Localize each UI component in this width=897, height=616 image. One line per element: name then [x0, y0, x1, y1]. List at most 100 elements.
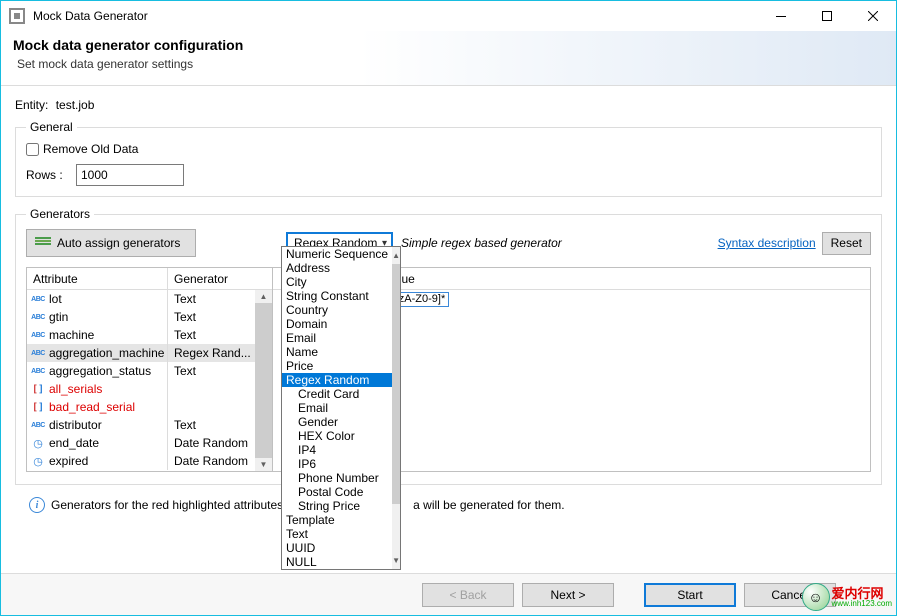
table-row[interactable]: ABCgtin Text: [27, 308, 255, 326]
date-type-icon: ◷: [30, 437, 46, 449]
dropdown-item[interactable]: Phone Number: [282, 471, 392, 485]
table-row[interactable]: []all_serials: [27, 380, 255, 398]
dropdown-item[interactable]: String Constant: [282, 289, 392, 303]
dropdown-item[interactable]: NULL: [282, 555, 392, 569]
dropdown-item[interactable]: City: [282, 275, 392, 289]
info-icon: i: [29, 497, 45, 513]
table-row[interactable]: ABCmachineText: [27, 326, 255, 344]
gen-header[interactable]: Generator: [168, 268, 272, 289]
attr-header[interactable]: Attribute: [27, 268, 168, 289]
entity-value: test.job: [56, 98, 95, 112]
text-type-icon: ABC: [30, 365, 46, 377]
attr-gen: Text: [168, 326, 255, 344]
table-row[interactable]: ◷end_date Date Random: [27, 434, 255, 452]
remove-old-checkbox[interactable]: [26, 143, 39, 156]
table-row[interactable]: ABCaggregation_status Text: [27, 362, 255, 380]
dropdown-item[interactable]: HEX Color: [282, 429, 392, 443]
auto-assign-label: Auto assign generators: [57, 236, 180, 250]
attr-name: distributor: [49, 418, 102, 432]
date-type-icon: ◷: [30, 455, 46, 467]
dropdown-item[interactable]: Regex Random: [282, 373, 392, 387]
dropdown-item[interactable]: Email: [282, 331, 392, 345]
dropdown-item[interactable]: IP4: [282, 443, 392, 457]
scroll-up-icon[interactable]: ▲: [392, 247, 400, 264]
table-row[interactable]: []bad_read_serial: [27, 398, 255, 416]
attr-name: bad_read_serial: [49, 400, 135, 414]
attr-name: all_serials: [49, 382, 102, 396]
scroll-up-icon[interactable]: ▲: [255, 290, 272, 303]
generators-group: Generators Auto assign generators Regex …: [15, 207, 882, 485]
attr-gen: Text: [168, 362, 255, 380]
list-icon: [35, 237, 51, 249]
attr-name: lot: [49, 292, 62, 306]
entity-row: Entity: test.job: [15, 94, 882, 116]
general-legend: General: [26, 120, 77, 134]
page-header: Mock data generator configuration Set mo…: [1, 31, 896, 86]
attributes-table: Attribute Generator ABClotTextABCgtinTex…: [27, 268, 273, 471]
info-text-p1: Generators for the red highlighted attri…: [51, 498, 293, 512]
attr-name: end_date: [49, 436, 99, 450]
dropdown-item[interactable]: Postal Code: [282, 485, 392, 499]
attr-gen: Text: [168, 308, 255, 326]
info-text-p2: a will be generated for them.: [413, 498, 564, 512]
dropdown-item[interactable]: Gender: [282, 415, 392, 429]
dropdown-scrollbar[interactable]: ▲ ▼: [392, 247, 400, 569]
next-button[interactable]: Next >: [522, 583, 614, 607]
maximize-button[interactable]: [804, 1, 850, 31]
attr-gen: [168, 380, 255, 398]
text-type-icon: ABC: [30, 329, 46, 341]
attr-name: gtin: [49, 310, 68, 324]
watermark-url: www.inh123.com: [832, 600, 892, 608]
table-row[interactable]: ABCaggregation_machine Regex Rand...: [27, 344, 255, 362]
dropdown-item[interactable]: Email: [282, 401, 392, 415]
dropdown-item[interactable]: Template: [282, 513, 392, 527]
dropdown-item[interactable]: String Price: [282, 499, 392, 513]
dropdown-item[interactable]: Name: [282, 345, 392, 359]
scroll-thumb[interactable]: [255, 303, 272, 458]
watermark: ☺ 爱内行网 www.inh123.com: [802, 583, 892, 611]
generators-legend: Generators: [26, 207, 94, 221]
watermark-text: 爱内行网: [832, 587, 892, 600]
attr-gen: Date Random: [168, 434, 255, 452]
syntax-description-link[interactable]: Syntax description: [718, 236, 816, 250]
rows-input[interactable]: [76, 164, 184, 186]
table-row[interactable]: ◷expiredDate Random: [27, 452, 255, 470]
close-button[interactable]: [850, 1, 896, 31]
auto-assign-button[interactable]: Auto assign generators: [26, 229, 196, 257]
dropdown-item[interactable]: Credit Card: [282, 387, 392, 401]
reset-button[interactable]: Reset: [822, 232, 871, 255]
value-header[interactable]: Value: [379, 268, 870, 289]
scrollbar[interactable]: ▲ ▼: [255, 290, 272, 471]
scroll-thumb[interactable]: [392, 264, 400, 504]
attr-name: aggregation_status: [49, 364, 151, 378]
dropdown-item[interactable]: Numeric Sequence: [282, 247, 392, 261]
text-type-icon: ABC: [30, 347, 46, 359]
attr-gen: [168, 398, 255, 416]
minimize-button[interactable]: [758, 1, 804, 31]
rows-label: Rows :: [26, 168, 70, 182]
dropdown-item[interactable]: Price: [282, 359, 392, 373]
start-button[interactable]: Start: [644, 583, 736, 607]
app-icon: [9, 8, 25, 24]
table-row[interactable]: ABClotText: [27, 290, 255, 308]
dropdown-item[interactable]: Text: [282, 527, 392, 541]
remove-old-label: Remove Old Data: [43, 142, 138, 156]
attr-gen: Regex Rand...: [168, 344, 255, 362]
table-row[interactable]: ABCdistributorText: [27, 416, 255, 434]
window-title: Mock Data Generator: [33, 9, 758, 23]
scroll-down-icon[interactable]: ▼: [255, 458, 272, 471]
general-group: General Remove Old Data Rows :: [15, 120, 882, 197]
text-type-icon: ABC: [30, 311, 46, 323]
page-subtitle: Set mock data generator settings: [13, 57, 884, 71]
scroll-down-icon[interactable]: ▼: [392, 552, 400, 569]
dropdown-item[interactable]: IP6: [282, 457, 392, 471]
generator-dropdown[interactable]: Numeric SequenceAddressCityString Consta…: [281, 246, 401, 570]
attr-name: aggregation_machine: [49, 346, 164, 360]
dropdown-item[interactable]: Domain: [282, 317, 392, 331]
entity-label: Entity:: [15, 98, 48, 112]
dropdown-item[interactable]: UUID: [282, 541, 392, 555]
page-title: Mock data generator configuration: [13, 37, 884, 53]
dropdown-item[interactable]: Country: [282, 303, 392, 317]
info-banner: i Generators for the red highlighted att…: [15, 485, 882, 513]
dropdown-item[interactable]: Address: [282, 261, 392, 275]
